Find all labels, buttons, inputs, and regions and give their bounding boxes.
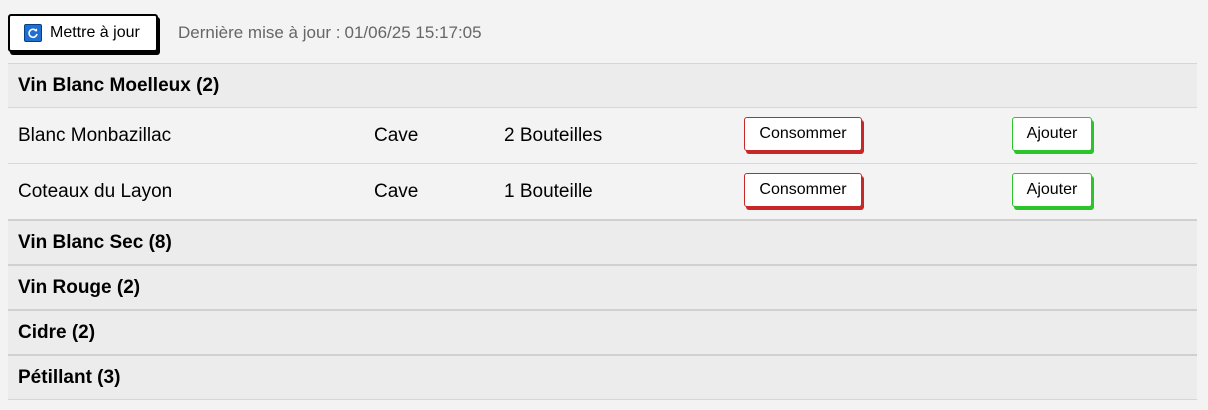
category-title: Vin Blanc Sec (8): [18, 231, 172, 253]
category-title: Pétillant (3): [18, 366, 121, 388]
wine-inventory-table: Vin Blanc Moelleux (2) Blanc Monbazillac…: [8, 63, 1197, 400]
add-button[interactable]: Ajouter: [1012, 116, 1092, 151]
refresh-icon: [24, 24, 42, 42]
table-bottom-divider: [8, 399, 1197, 400]
wine-row: Blanc Monbazillac Cave 2 Bouteilles Cons…: [8, 107, 1197, 163]
wine-location: Cave: [374, 180, 419, 202]
category-header-vin-blanc-sec[interactable]: Vin Blanc Sec (8): [8, 219, 1197, 264]
wine-quantity: 2 Bouteilles: [504, 124, 603, 146]
category-title: Vin Rouge (2): [18, 276, 141, 298]
last-update-status: Dernière mise à jour : 01/06/25 15:17:05: [178, 23, 482, 43]
wine-quantity: 1 Bouteille: [504, 180, 593, 202]
last-update-label: Dernière mise à jour :: [178, 23, 341, 42]
toolbar: Mettre à jour Dernière mise à jour : 01/…: [8, 14, 482, 52]
last-update-value: 01/06/25 15:17:05: [344, 23, 482, 42]
category-header-vin-blanc-moelleux[interactable]: Vin Blanc Moelleux (2): [8, 63, 1197, 107]
refresh-button[interactable]: Mettre à jour: [8, 14, 158, 52]
wine-location: Cave: [374, 124, 419, 146]
consume-button[interactable]: Consommer: [744, 116, 862, 151]
consume-button[interactable]: Consommer: [744, 172, 862, 207]
category-header-vin-rouge[interactable]: Vin Rouge (2): [8, 264, 1197, 309]
wine-name: Coteaux du Layon: [18, 180, 173, 202]
category-header-petillant[interactable]: Pétillant (3): [8, 354, 1197, 399]
wine-row: Coteaux du Layon Cave 1 Bouteille Consom…: [8, 163, 1197, 219]
category-title: Cidre (2): [18, 321, 96, 343]
wine-name: Blanc Monbazillac: [18, 124, 172, 146]
refresh-button-label: Mettre à jour: [50, 24, 140, 41]
category-header-cidre[interactable]: Cidre (2): [8, 309, 1197, 354]
add-button[interactable]: Ajouter: [1012, 172, 1092, 207]
category-title: Vin Blanc Moelleux (2): [18, 74, 220, 96]
